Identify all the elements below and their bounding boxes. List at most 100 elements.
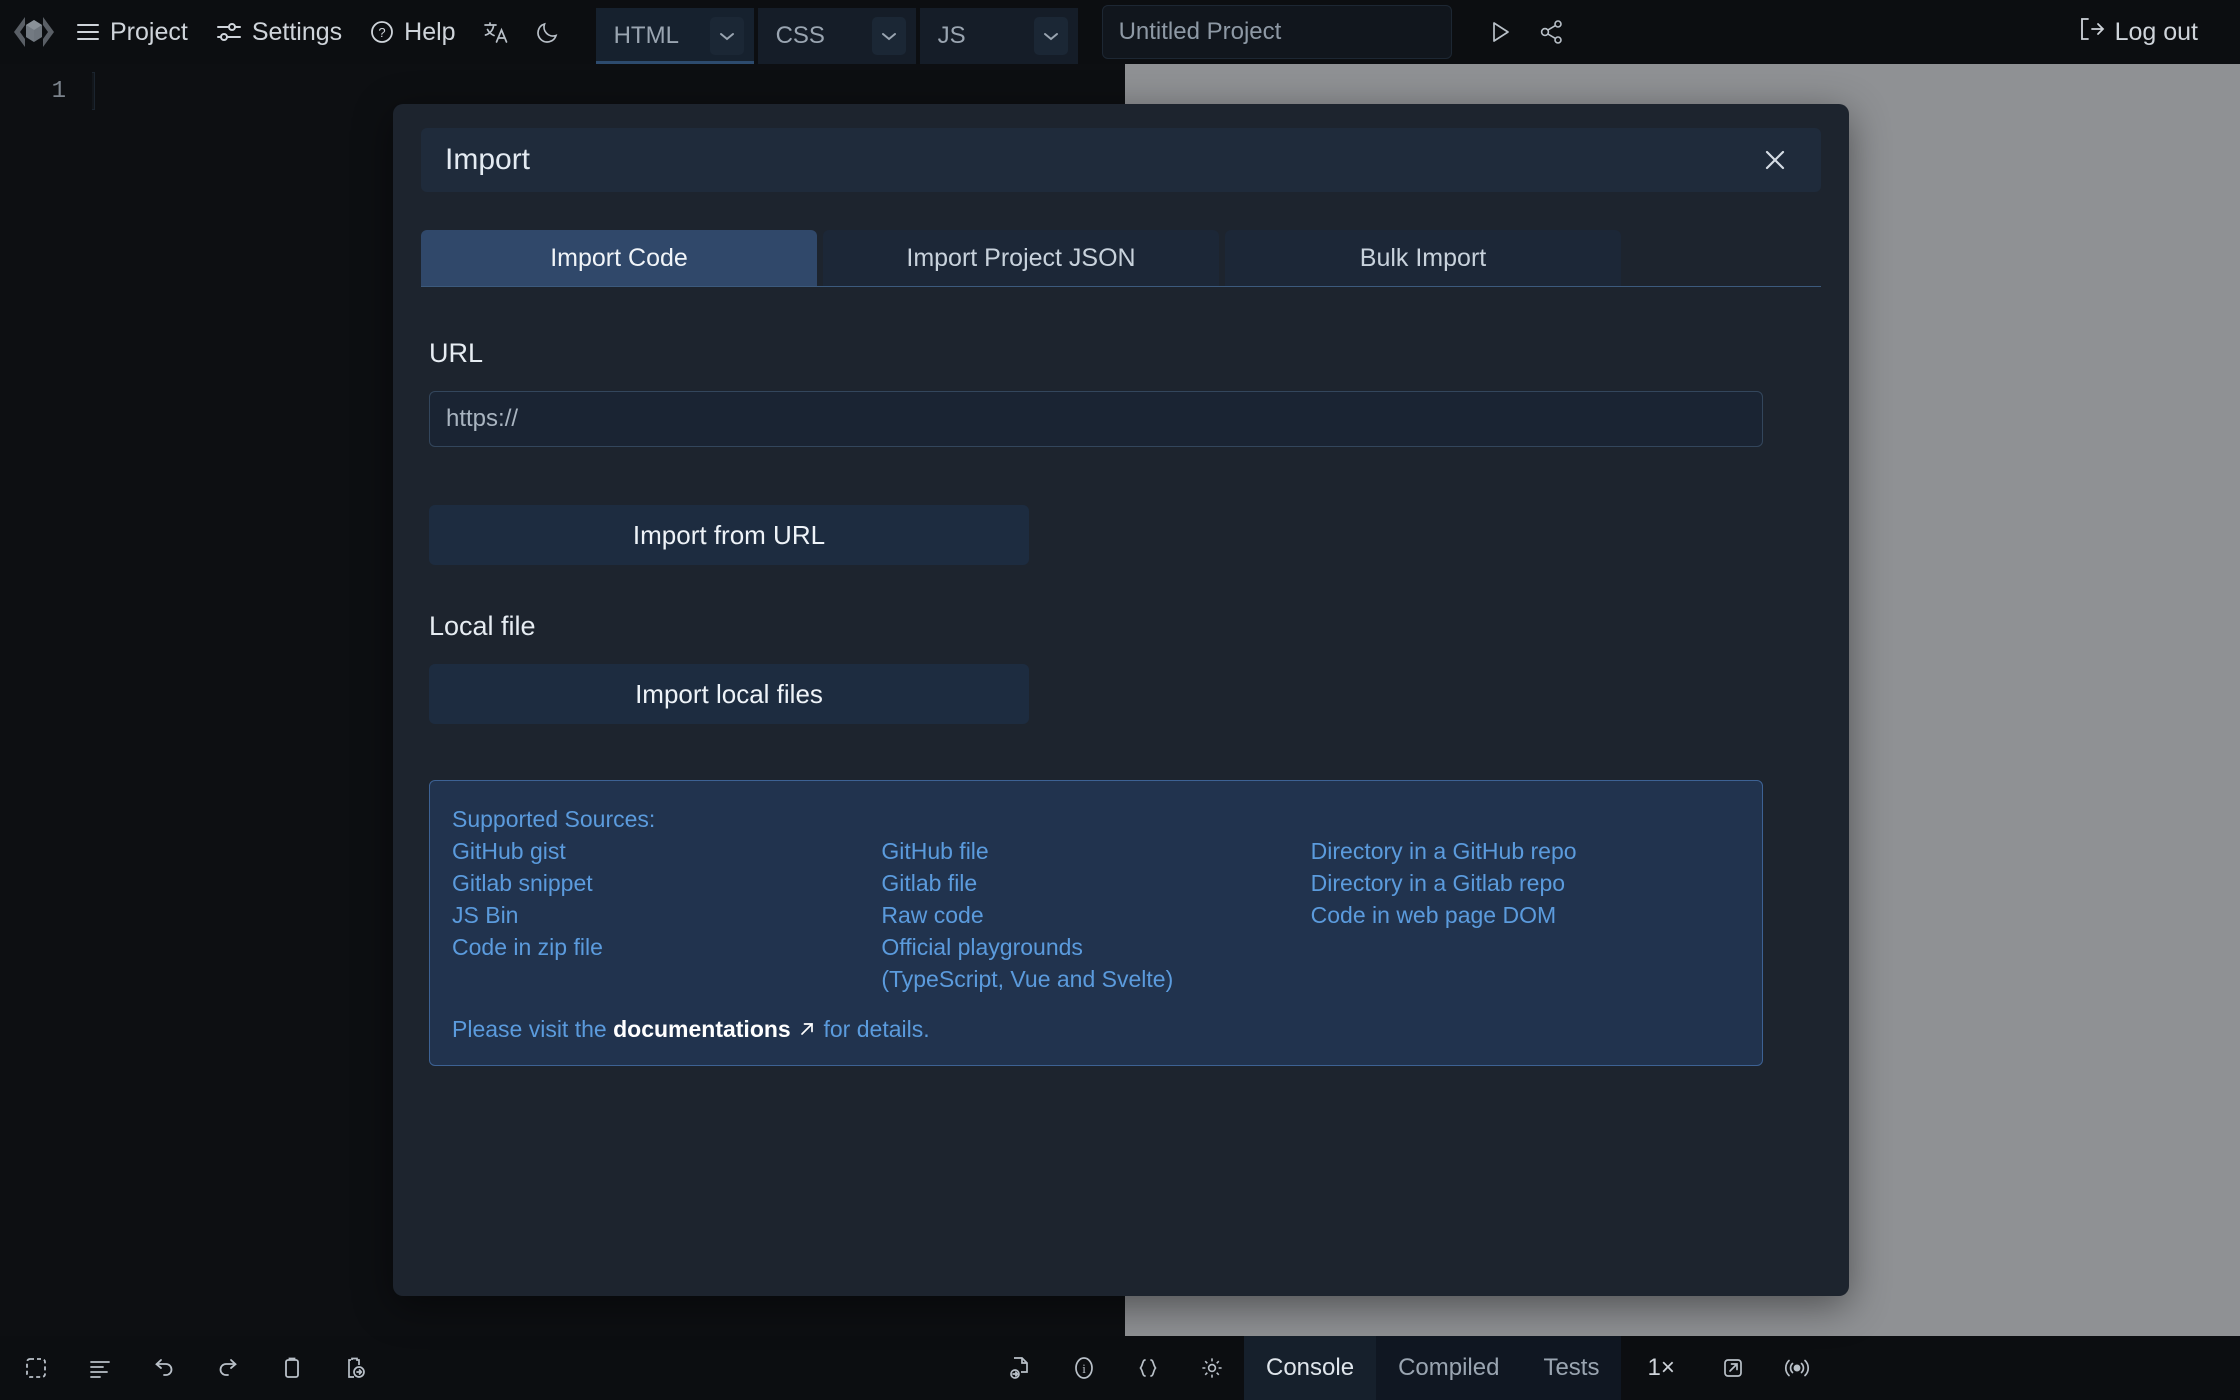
bottom-tab-compiled[interactable]: Compiled xyxy=(1376,1336,1522,1400)
local-file-label: Local file xyxy=(429,611,536,641)
import-local-files-label: Import local files xyxy=(635,678,823,709)
bottom-tab-tests[interactable]: Tests xyxy=(1521,1336,1622,1400)
bottom-toolbar: i Console Compiled Tests 1× xyxy=(0,1336,2240,1400)
tab-import-project-json-label: Import Project JSON xyxy=(906,243,1136,272)
language-selectors: HTML CSS JS xyxy=(595,0,1082,64)
chevron-down-icon[interactable] xyxy=(709,17,744,55)
tab-import-code[interactable]: Import Code xyxy=(421,230,817,286)
source-item: JS Bin xyxy=(452,902,519,928)
source-item: Directory in a Gitlab repo xyxy=(1310,870,1566,896)
source-item: Gitlab file xyxy=(881,870,978,896)
project-title-value: Untitled Project xyxy=(1118,18,1282,45)
source-item: Directory in a GitHub repo xyxy=(1310,838,1577,864)
sources-footer: Please visit the documentations for deta… xyxy=(452,1013,1740,1045)
source-item: Code in zip file xyxy=(452,934,603,960)
tab-import-project-json[interactable]: Import Project JSON xyxy=(823,230,1219,286)
menu-project[interactable]: Project xyxy=(62,0,202,64)
import-from-url-label: Import from URL xyxy=(632,519,826,550)
broadcast-icon[interactable] xyxy=(1765,1336,1829,1400)
language-select-html-label: HTML xyxy=(613,22,679,49)
chevron-down-icon[interactable] xyxy=(871,17,906,55)
modal-title: Import xyxy=(445,143,531,176)
menu-settings-label: Settings xyxy=(251,17,343,46)
supported-sources-col-3: Directory in a GitHub repo Directory in … xyxy=(1311,835,1740,995)
play-icon[interactable] xyxy=(1474,0,1526,64)
svg-text:?: ? xyxy=(379,25,386,40)
menu-project-label: Project xyxy=(110,17,188,46)
modal-body: URL https:// Import from URL Local file … xyxy=(393,338,1849,1066)
logout-icon xyxy=(2079,17,2105,48)
zoom-level-button[interactable]: 1× xyxy=(1621,1336,1700,1400)
gear-icon[interactable] xyxy=(1180,1336,1244,1400)
project-title-input[interactable]: Untitled Project xyxy=(1101,5,1452,59)
supported-sources-panel: Supported Sources: GitHub gist Gitlab sn… xyxy=(429,780,1763,1066)
source-item: Code in web page DOM xyxy=(1310,902,1557,928)
editor-active-line[interactable] xyxy=(92,72,95,110)
code-cube-logo[interactable] xyxy=(6,10,62,54)
zoom-level-label: 1× xyxy=(1647,1354,1675,1381)
paste-icon[interactable] xyxy=(324,1336,388,1400)
chevron-down-icon[interactable] xyxy=(1033,17,1068,55)
supported-sources-col-2: GitHub file Gitlab file Raw code Officia… xyxy=(881,835,1310,995)
tab-bulk-import[interactable]: Bulk Import xyxy=(1225,230,1621,286)
documentations-link[interactable]: documentations xyxy=(613,1016,791,1042)
bottom-tab-console-label: Console xyxy=(1266,1354,1355,1381)
logout-button[interactable]: Log out xyxy=(2079,17,2222,48)
source-item: Gitlab snippet xyxy=(452,870,593,896)
svg-text:i: i xyxy=(1082,1361,1086,1376)
menu-settings[interactable]: Settings xyxy=(202,0,356,64)
sources-footer-suffix: for details. xyxy=(823,1016,930,1042)
language-select-css[interactable]: CSS xyxy=(757,8,916,64)
supported-sources-heading: Supported Sources: xyxy=(452,806,656,832)
url-input[interactable]: https:// xyxy=(429,391,1763,447)
open-in-new-icon[interactable] xyxy=(1701,1336,1765,1400)
moon-icon[interactable] xyxy=(522,0,574,64)
source-item: GitHub file xyxy=(881,838,989,864)
language-select-js-label: JS xyxy=(937,22,966,49)
sliders-icon xyxy=(216,22,242,42)
file-link-icon[interactable] xyxy=(988,1336,1052,1400)
import-modal: Import Import Code Import Project JSON B… xyxy=(393,104,1849,1296)
bottom-tab-compiled-label: Compiled xyxy=(1398,1354,1500,1381)
language-select-js[interactable]: JS xyxy=(919,8,1078,64)
source-item: Raw code xyxy=(881,902,984,928)
sources-footer-prefix: Please visit the xyxy=(452,1016,614,1042)
modal-header: Import xyxy=(421,128,1821,192)
preview-tools: i xyxy=(988,1336,1244,1400)
bottom-tab-tests-label: Tests xyxy=(1543,1354,1600,1381)
line-number: 1 xyxy=(51,77,66,105)
undo-icon[interactable] xyxy=(132,1336,196,1400)
import-from-url-button[interactable]: Import from URL xyxy=(429,505,1029,565)
modal-tabs: Import Code Import Project JSON Bulk Imp… xyxy=(421,230,1821,287)
language-select-css-label: CSS xyxy=(775,22,825,49)
menu-help[interactable]: ? Help xyxy=(356,0,469,64)
url-label: URL xyxy=(429,338,484,368)
supported-sources-col-1: GitHub gist Gitlab snippet JS Bin Code i… xyxy=(452,835,881,995)
format-code-icon[interactable] xyxy=(68,1336,132,1400)
menu-help-label: Help xyxy=(404,17,456,46)
close-icon[interactable] xyxy=(1753,138,1797,182)
bottom-tab-console[interactable]: Console xyxy=(1244,1336,1377,1400)
editor-tools xyxy=(4,1336,388,1400)
top-toolbar: Project Settings ? Help HTML CSS JS Unti… xyxy=(0,0,2240,64)
translate-icon[interactable] xyxy=(470,0,522,64)
info-icon[interactable]: i xyxy=(1052,1336,1116,1400)
external-link-arrow xyxy=(791,1016,824,1042)
braces-icon[interactable] xyxy=(1116,1336,1180,1400)
tab-import-code-label: Import Code xyxy=(550,243,688,272)
select-all-icon[interactable] xyxy=(4,1336,68,1400)
hamburger-icon xyxy=(76,22,100,42)
redo-icon[interactable] xyxy=(196,1336,260,1400)
language-select-html[interactable]: HTML xyxy=(595,8,754,64)
logout-label: Log out xyxy=(2114,17,2198,46)
question-circle-icon: ? xyxy=(370,20,394,44)
source-item: Official playgrounds xyxy=(881,934,1083,960)
tab-bulk-import-label: Bulk Import xyxy=(1359,243,1487,272)
supported-sources-columns: GitHub gist Gitlab snippet JS Bin Code i… xyxy=(452,835,1740,995)
url-input-placeholder: https:// xyxy=(446,405,519,432)
share-icon[interactable] xyxy=(1526,0,1578,64)
source-item: GitHub gist xyxy=(452,838,566,864)
copy-icon[interactable] xyxy=(260,1336,324,1400)
source-item-note: (TypeScript, Vue and Svelte) xyxy=(881,966,1174,992)
import-local-files-button[interactable]: Import local files xyxy=(429,664,1029,724)
